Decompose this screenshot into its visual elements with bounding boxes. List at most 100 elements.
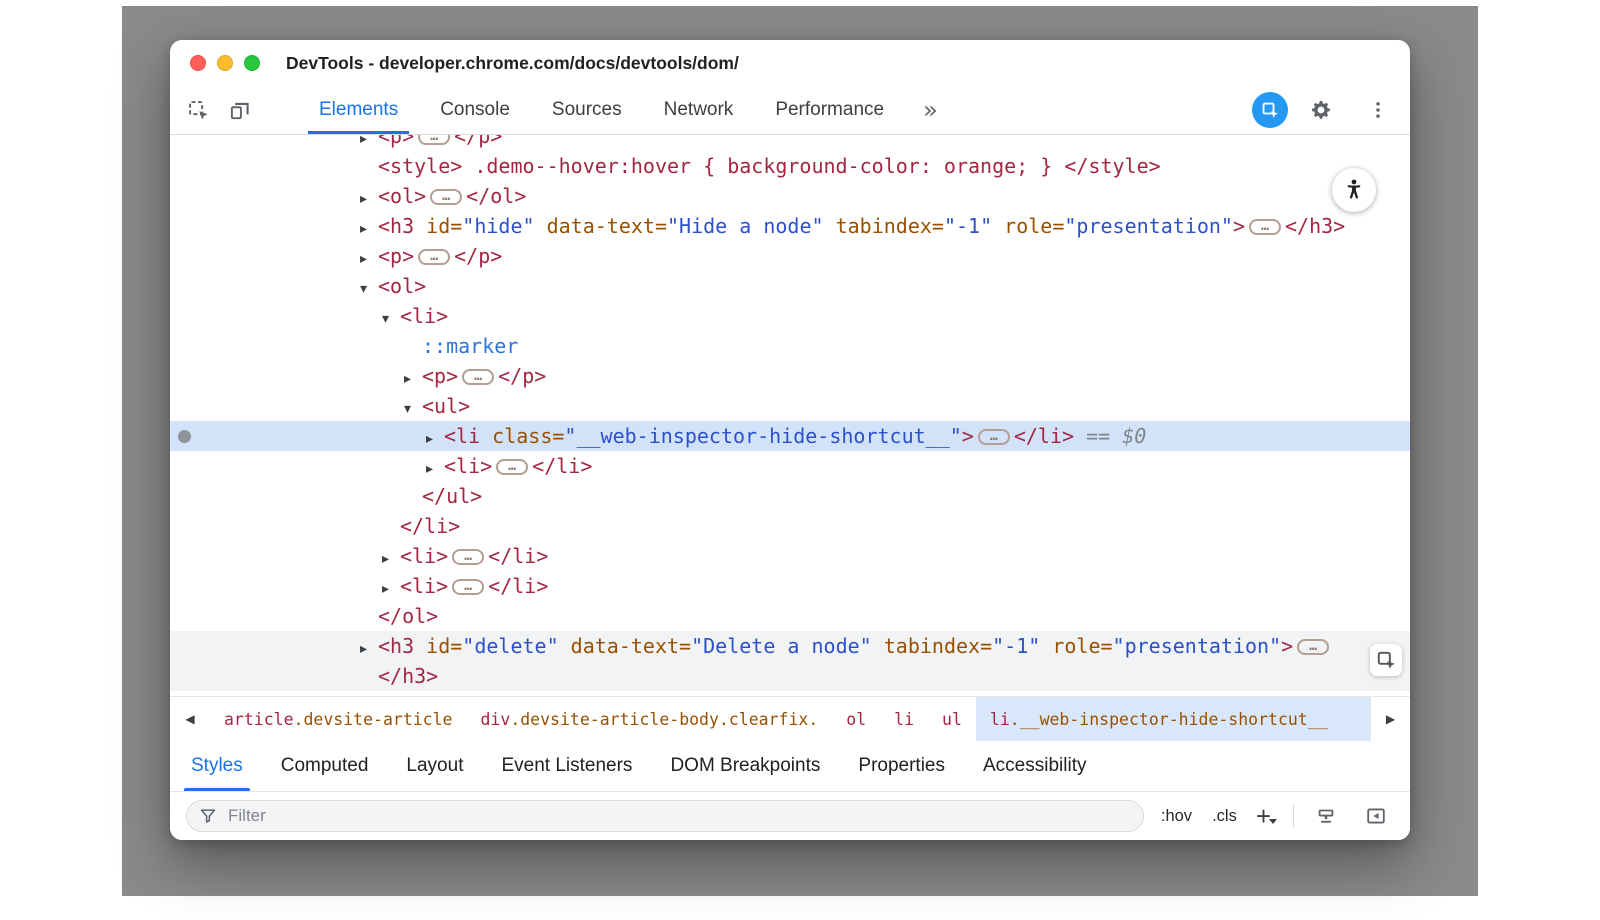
row-h3-hide[interactable]: ▸<h3 id="hide" data-text="Hide a node" t… [170, 211, 1410, 241]
zoom-button[interactable] [244, 55, 260, 71]
disclosure-collapsed-icon[interactable]: ▸ [360, 244, 378, 274]
row-li-sibling[interactable]: ▸<li>…</li> [170, 451, 1410, 481]
sidebar-tab-computed[interactable]: Computed [262, 741, 388, 791]
code-meta: == [1074, 424, 1122, 448]
settings-button[interactable] [1303, 92, 1339, 128]
tab-console[interactable]: Console [419, 86, 531, 134]
disclosure-collapsed-icon[interactable]: ▸ [426, 454, 444, 484]
row-ul-close[interactable]: </ul> [170, 481, 1410, 511]
crumb-classes: .devsite-article-body.clearfix. [510, 710, 818, 729]
row-ul-open[interactable]: ▾<ul> [170, 391, 1410, 421]
disclosure-expanded-icon[interactable]: ▾ [382, 304, 400, 334]
expand-children-button[interactable]: … [452, 579, 484, 595]
code-attr: tabindex= [872, 634, 992, 658]
row-clipped-bottom[interactable]: ▸<p>…</p> [170, 691, 1410, 696]
breadcrumb-item[interactable]: article.devsite-article [210, 697, 467, 741]
expand-children-button[interactable]: … [452, 549, 484, 565]
sidebar-tab-dom-breakpoints[interactable]: DOM Breakpoints [651, 741, 839, 791]
breadcrumb-scroll-right-button[interactable]: ▶ [1370, 697, 1410, 741]
sidebar-tab-properties[interactable]: Properties [839, 741, 964, 791]
disclosure-collapsed-icon[interactable]: ▸ [360, 634, 378, 664]
code-tag: <li> [444, 454, 492, 478]
expand-children-button[interactable]: … [418, 135, 450, 145]
row-li-2[interactable]: ▸<li>…</li> [170, 541, 1410, 571]
tab-performance[interactable]: Performance [754, 86, 905, 134]
code-tag: <li> [400, 304, 448, 328]
expand-children-button[interactable]: … [978, 429, 1010, 445]
tab-sources[interactable]: Sources [531, 86, 643, 134]
breadcrumb-item[interactable]: div.devsite-article-body.clearfix. [467, 697, 833, 741]
expand-children-button[interactable]: … [418, 249, 450, 265]
new-style-rule-button[interactable]: + [1254, 804, 1279, 828]
breadcrumb-item[interactable]: ul [928, 697, 976, 741]
code-tag: <p> [378, 694, 414, 696]
more-options-button[interactable] [1360, 92, 1396, 128]
row-p-1[interactable]: ▸<p>…</p> [170, 241, 1410, 271]
inspect-floating-button[interactable] [1370, 644, 1402, 676]
row-style[interactable]: <style> .demo--hover:hover { background-… [170, 151, 1410, 181]
breadcrumb-item[interactable]: ol [832, 697, 880, 741]
code-attr: class= [480, 424, 564, 448]
code-val: "-1" [944, 214, 992, 238]
disclosure-expanded-icon[interactable]: ▾ [404, 394, 422, 424]
more-tabs-button[interactable]: » [919, 96, 942, 124]
disclosure-expanded-icon[interactable]: ▾ [360, 274, 378, 304]
sidebar-tab-layout[interactable]: Layout [387, 741, 482, 791]
row-h3-close[interactable]: </h3> [170, 661, 1410, 691]
disclosure-collapsed-icon[interactable]: ▸ [426, 424, 444, 454]
row-p-2[interactable]: ▸<p>…</p> [170, 361, 1410, 391]
expand-children-button[interactable]: … [496, 459, 528, 475]
row-li-3[interactable]: ▸<li>…</li> [170, 571, 1410, 601]
row-ol-open[interactable]: ▾<ol> [170, 271, 1410, 301]
disclosure-collapsed-icon[interactable]: ▸ [360, 694, 378, 696]
disclosure-collapsed-icon[interactable]: ▸ [360, 184, 378, 214]
breadcrumb-item-selected[interactable]: li.__web-inspector-hide-shortcut__ [976, 697, 1370, 741]
expand-children-button[interactable]: … [430, 189, 462, 205]
tab-network[interactable]: Network [643, 86, 755, 134]
sidebar-tab-styles[interactable]: Styles [172, 741, 262, 791]
device-toolbar-button[interactable] [222, 92, 258, 128]
element-classes-button[interactable]: .cls [1209, 805, 1240, 828]
disclosure-collapsed-icon[interactable]: ▸ [382, 544, 400, 574]
minimize-button[interactable] [217, 55, 233, 71]
code-tag: <ol> [378, 274, 426, 298]
inspect-element-button[interactable] [180, 92, 216, 128]
filter-input[interactable] [226, 805, 1131, 827]
toggle-sidebar-button[interactable] [1358, 798, 1394, 834]
crumb-tag: li [894, 710, 914, 729]
disclosure-collapsed-icon[interactable]: ▸ [382, 574, 400, 604]
disclosure-collapsed-icon[interactable]: ▸ [404, 364, 422, 394]
row-li-open[interactable]: ▾<li> [170, 301, 1410, 331]
filter-funnel-icon [199, 807, 217, 825]
row-li-close[interactable]: </li> [170, 511, 1410, 541]
tab-elements[interactable]: Elements [298, 86, 419, 134]
stamp-tool-button[interactable] [1308, 798, 1344, 834]
toggle-element-state-button[interactable]: :hov [1158, 805, 1195, 828]
breadcrumb-items: article.devsite-articlediv.devsite-artic… [210, 697, 1370, 741]
expand-children-button[interactable]: … [1297, 639, 1329, 655]
code-tag: </li> [488, 574, 548, 598]
expand-children-button[interactable]: … [1249, 219, 1281, 235]
code-attr: tabindex= [824, 214, 944, 238]
breadcrumb-item[interactable]: li [880, 697, 928, 741]
code-attr: role= [1040, 634, 1112, 658]
close-button[interactable] [190, 55, 206, 71]
code-tag: <li> [400, 544, 448, 568]
disclosure-collapsed-icon[interactable]: ▸ [360, 214, 378, 244]
element-picker-active-button[interactable] [1252, 92, 1288, 128]
row-ol-collapsed[interactable]: ▸<ol>…</ol> [170, 181, 1410, 211]
inspect-cursor-icon [1261, 101, 1280, 120]
row-marker[interactable]: ::marker [170, 331, 1410, 361]
breadcrumb-scroll-left-button[interactable]: ◀ [170, 697, 210, 741]
row-clipped-top[interactable]: ▸<p>…</p> [170, 135, 1410, 151]
accessibility-button[interactable] [1332, 168, 1376, 212]
plus-icon: + [1256, 804, 1271, 828]
expand-children-button[interactable]: … [462, 369, 494, 385]
sidebar-tab-accessibility[interactable]: Accessibility [964, 741, 1105, 791]
crumb-tag: article [224, 710, 294, 729]
toolbar-right [1252, 92, 1396, 128]
row-li-selected[interactable]: ▸<li class="__web-inspector-hide-shortcu… [170, 421, 1410, 451]
sidebar-tab-event-listeners[interactable]: Event Listeners [482, 741, 651, 791]
row-h3-delete[interactable]: ▸<h3 id="delete" data-text="Delete a nod… [170, 631, 1410, 661]
row-ol-close[interactable]: </ol> [170, 601, 1410, 631]
